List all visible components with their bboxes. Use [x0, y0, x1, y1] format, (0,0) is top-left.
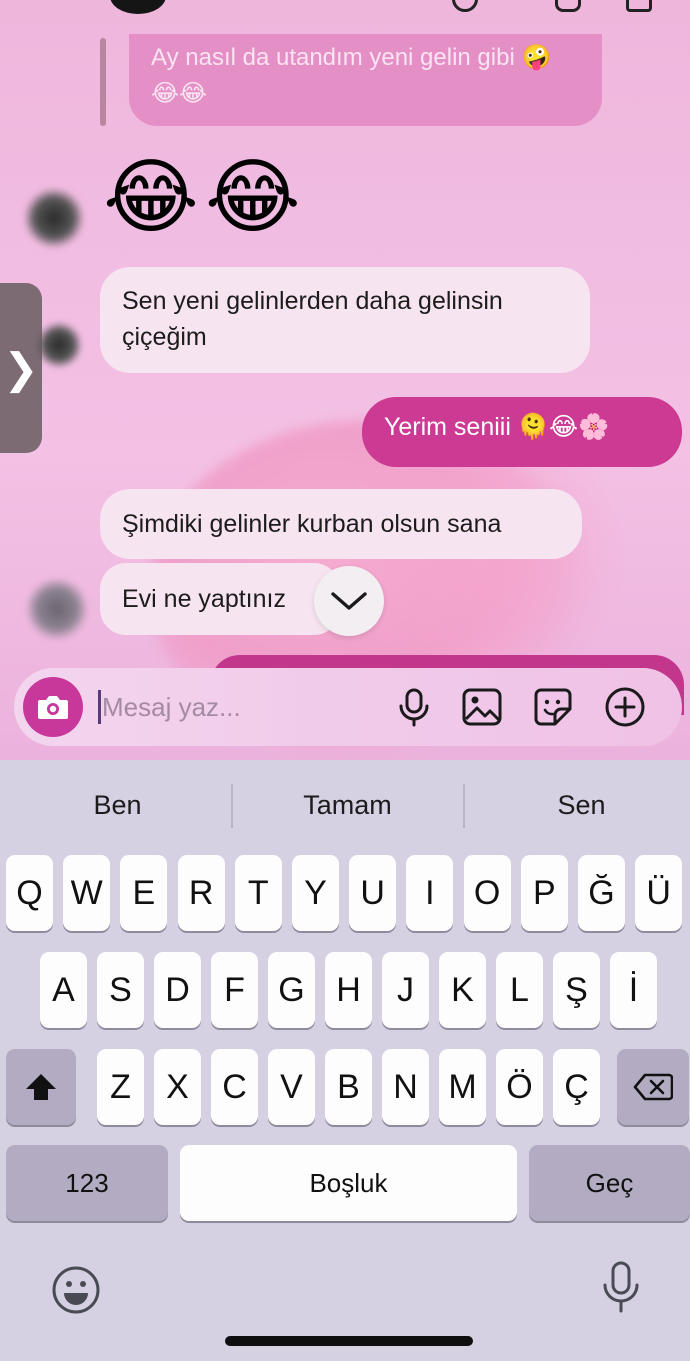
- key-o[interactable]: O: [463, 855, 511, 931]
- suggestion-2[interactable]: Tamam: [270, 790, 425, 830]
- chat-thread: Ay nasıl da utandım yeni gelin gibi 🤪 😂😂…: [0, 0, 690, 760]
- key-v[interactable]: V: [268, 1049, 315, 1125]
- incoming-message[interactable]: Şimdiki gelinler kurban olsun sana: [100, 489, 582, 559]
- message-text: Evi ne yaptınız: [122, 585, 286, 613]
- key-a[interactable]: A: [40, 952, 87, 1028]
- key-j[interactable]: J: [382, 952, 429, 1028]
- key-ç[interactable]: Ç: [553, 1049, 600, 1125]
- message-input[interactable]: [102, 684, 382, 730]
- microphone-icon[interactable]: [600, 1260, 642, 1316]
- backspace-icon: [633, 1073, 673, 1101]
- suggestion-1[interactable]: Ben: [40, 790, 195, 830]
- chevron-right-icon: ❯: [3, 344, 39, 392]
- incoming-message[interactable]: Sen yeni gelinlerden daha gelinsin çiçeğ…: [100, 267, 590, 373]
- key-z[interactable]: Z: [97, 1049, 144, 1125]
- sticker-icon[interactable]: [532, 686, 574, 728]
- top-bar: [0, 0, 690, 14]
- key-q[interactable]: Q: [6, 855, 53, 931]
- key-g[interactable]: G: [268, 952, 315, 1028]
- home-indicator: [225, 1336, 473, 1346]
- add-icon[interactable]: [604, 686, 646, 728]
- message-text: Şimdiki gelinler kurban olsun sana: [122, 510, 502, 538]
- key-t[interactable]: T: [234, 855, 282, 931]
- key-n[interactable]: N: [382, 1049, 429, 1125]
- side-panel-toggle[interactable]: ❯: [0, 283, 42, 453]
- message-text: Yerim seniii 🫠😂🌸: [384, 413, 610, 441]
- video-icon[interactable]: [555, 0, 581, 12]
- key-p[interactable]: P: [520, 855, 568, 931]
- reply-quote-bar: [100, 38, 106, 126]
- key-ğ[interactable]: Ğ: [578, 855, 625, 931]
- key-r[interactable]: R: [177, 855, 225, 931]
- key-ü[interactable]: Ü: [635, 855, 683, 931]
- call-icon[interactable]: [452, 0, 478, 12]
- emoji-message[interactable]: 😂😂: [103, 148, 307, 248]
- microphone-icon[interactable]: [393, 686, 435, 728]
- outgoing-message[interactable]: Yerim seniii 🫠😂🌸: [362, 397, 682, 467]
- contact-avatar[interactable]: [110, 0, 166, 14]
- message-text: Sen yeni gelinlerden daha gelinsin: [122, 287, 503, 315]
- shift-key[interactable]: [6, 1049, 76, 1125]
- key-y[interactable]: Y: [292, 855, 339, 931]
- space-key[interactable]: Boşluk: [180, 1145, 517, 1221]
- key-ö[interactable]: Ö: [496, 1049, 543, 1125]
- reply-preview-line2: 😂😂: [151, 80, 208, 107]
- message-text: çiçeğim: [122, 323, 207, 351]
- camera-icon: [38, 696, 68, 719]
- sender-avatar: [24, 188, 84, 248]
- suggestion-divider: [463, 784, 465, 828]
- key-c[interactable]: C: [211, 1049, 258, 1125]
- key-e[interactable]: E: [120, 855, 168, 931]
- key-k[interactable]: K: [439, 952, 486, 1028]
- camera-button[interactable]: [23, 677, 83, 737]
- key-i[interactable]: I: [406, 855, 454, 931]
- key-ş[interactable]: Ş: [553, 952, 600, 1028]
- backspace-key[interactable]: [617, 1049, 689, 1125]
- key-w[interactable]: W: [63, 855, 111, 931]
- shift-icon: [26, 1074, 56, 1100]
- suggestion-3[interactable]: Sen: [504, 790, 659, 830]
- incoming-message[interactable]: Evi ne yaptınız: [100, 563, 340, 635]
- reply-preview-line1: Ay nasıl da utandım yeni gelin gibi 🤪: [151, 44, 552, 71]
- suggestion-divider: [231, 784, 233, 828]
- key-b[interactable]: B: [325, 1049, 372, 1125]
- key-d[interactable]: D: [154, 952, 201, 1028]
- sender-avatar: [36, 322, 82, 368]
- key-x[interactable]: X: [154, 1049, 201, 1125]
- scroll-to-bottom-button[interactable]: [314, 566, 384, 636]
- key-s[interactable]: S: [97, 952, 144, 1028]
- gallery-icon[interactable]: [461, 686, 503, 728]
- chevron-down-icon: [331, 592, 367, 610]
- replied-message-preview[interactable]: Ay nasıl da utandım yeni gelin gibi 🤪 😂😂: [129, 34, 602, 126]
- key-m[interactable]: M: [439, 1049, 486, 1125]
- return-key[interactable]: Geç: [529, 1145, 690, 1221]
- numbers-key[interactable]: 123: [6, 1145, 168, 1221]
- sender-avatar: [26, 578, 88, 640]
- more-icon[interactable]: [626, 0, 652, 12]
- key-i̇[interactable]: İ: [610, 952, 657, 1028]
- key-h[interactable]: H: [325, 952, 372, 1028]
- key-f[interactable]: F: [211, 952, 258, 1028]
- text-caret: [98, 690, 101, 724]
- key-l[interactable]: L: [496, 952, 543, 1028]
- key-u[interactable]: U: [349, 855, 397, 931]
- keyboard: Ben Tamam Sen QWERTYUIOPĞÜ ASDFGHJKLŞİ Z…: [0, 760, 690, 1361]
- emoji-icon[interactable]: [51, 1265, 101, 1315]
